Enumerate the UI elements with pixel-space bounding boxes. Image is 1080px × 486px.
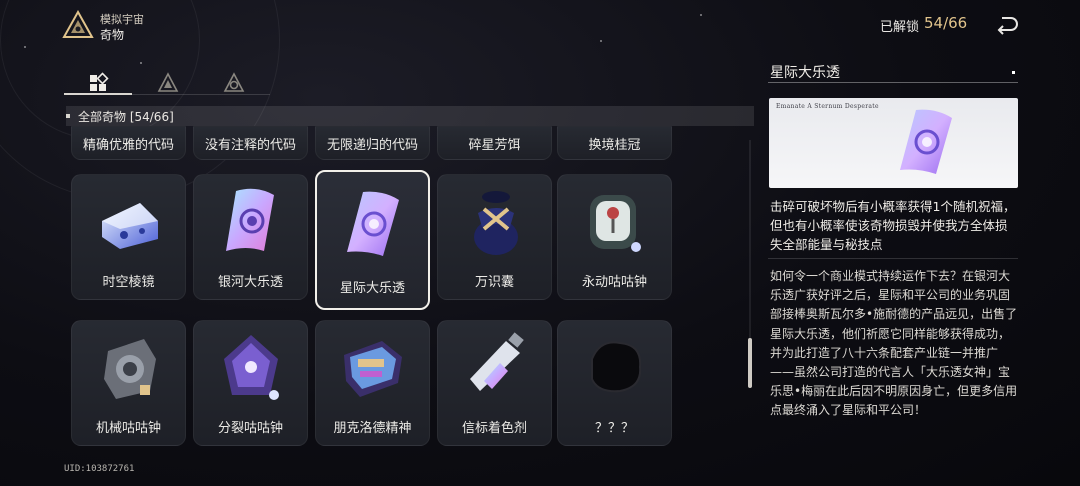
curio-name: 分裂咕咕钟 xyxy=(217,421,283,436)
curio-name: 银河大乐透 xyxy=(217,275,283,290)
section-marker xyxy=(66,114,70,118)
section-header: 全部奇物 [54/66] xyxy=(66,106,754,126)
locked-curio-silhouette-icon xyxy=(591,341,642,393)
triangle-emblem-icon xyxy=(157,72,179,92)
curio-card[interactable]: 时空棱镜 xyxy=(71,174,186,300)
curio-name: 永动咕咕钟 xyxy=(581,275,647,290)
interastral-lottery-ticket-icon xyxy=(347,191,399,256)
curio-card[interactable]: 信标着色剂 xyxy=(437,320,552,446)
unlock-count: 54/66 xyxy=(924,14,968,32)
tab-active-indicator xyxy=(64,93,132,95)
triangle-emblem-alt-icon xyxy=(223,72,245,92)
detail-title-underline xyxy=(768,82,1018,83)
detail-effect-text: 击碎可破坏物后有小概率获得1个随机祝福，但也有小概率使该奇物损毁并使我方全体损失… xyxy=(770,199,1016,252)
background-star xyxy=(140,62,142,64)
curio-card[interactable]: 万识囊 xyxy=(437,174,552,300)
curio-name: 精确优雅的代码 xyxy=(82,138,174,153)
curio-card-locked[interactable]: ？？？ xyxy=(557,320,672,446)
detail-title: 星际大乐透 xyxy=(770,65,840,81)
back-button[interactable] xyxy=(994,12,1020,38)
section-label: 全部奇物 [54/66] xyxy=(78,110,174,124)
curio-card[interactable]: 碎星芳饵 xyxy=(437,126,552,160)
user-id: UID:103872761 xyxy=(64,464,135,474)
curio-name: 无限递归的代码 xyxy=(326,138,418,153)
curio-name: 信标着色剂 xyxy=(461,421,527,436)
curio-card[interactable]: 机械咕咕钟 xyxy=(71,320,186,446)
curio-card[interactable]: 分裂咕咕钟 xyxy=(193,320,308,446)
knowledge-bag-icon xyxy=(474,191,518,255)
detail-lore-text: 如何令一个商业模式持续运作下去？在银河大乐透广获好评之后，星际和平公司的业务巩固… xyxy=(770,269,1018,418)
page-title: 奇物 xyxy=(100,28,125,42)
punklorde-spirit-icon xyxy=(344,341,402,397)
detail-title-marker xyxy=(1012,71,1015,74)
curio-card[interactable]: 朋克洛德精神 xyxy=(315,320,430,446)
background-star xyxy=(700,14,702,16)
curio-card-selected[interactable]: 星际大乐透 xyxy=(315,170,430,310)
curio-name: ？？？ xyxy=(594,421,634,436)
curio-name: 换境桂冠 xyxy=(588,138,641,153)
background-star xyxy=(24,46,26,48)
curio-name: 星际大乐透 xyxy=(339,281,405,296)
grid-icon xyxy=(90,72,109,91)
preview-caption: Emanate A Sternum Desperate xyxy=(776,103,879,110)
curio-card[interactable]: 永动咕咕钟 xyxy=(557,174,672,300)
scrollbar-thumb[interactable] xyxy=(748,338,752,388)
split-cuckoo-clock-icon xyxy=(224,335,279,400)
curio-name: 没有注释的代码 xyxy=(204,138,296,153)
curio-card[interactable]: 无限递归的代码 xyxy=(315,126,430,160)
simulated-universe-logo-icon xyxy=(62,10,94,38)
curio-name: 朋克洛德精神 xyxy=(333,421,412,436)
background-star xyxy=(600,40,602,42)
curio-name: 万识囊 xyxy=(474,275,514,290)
curio-name: 机械咕咕钟 xyxy=(95,421,161,436)
curio-card[interactable]: 精确优雅的代码 xyxy=(71,126,186,160)
detail-divider xyxy=(768,258,1018,259)
header-subtitle: 模拟宇宙 xyxy=(100,13,144,26)
detail-preview-image: Emanate A Sternum Desperate xyxy=(769,98,1018,188)
interastral-lottery-ticket-icon xyxy=(900,109,952,174)
curio-card[interactable]: 没有注释的代码 xyxy=(193,126,308,160)
perpetual-cuckoo-clock-icon xyxy=(590,195,641,252)
crystal-cheese-icon xyxy=(102,203,158,249)
curio-card[interactable]: 换境桂冠 xyxy=(557,126,672,160)
curio-name: 碎星芳饵 xyxy=(468,138,521,153)
beacon-colorant-tube-icon xyxy=(470,332,524,391)
curio-card[interactable]: 银河大乐透 xyxy=(193,174,308,300)
unlock-label: 已解锁 xyxy=(880,20,920,35)
galaxy-lottery-ticket-icon xyxy=(226,188,274,251)
mechanical-cuckoo-clock-icon xyxy=(104,339,156,399)
curio-name: 时空棱镜 xyxy=(102,275,155,290)
